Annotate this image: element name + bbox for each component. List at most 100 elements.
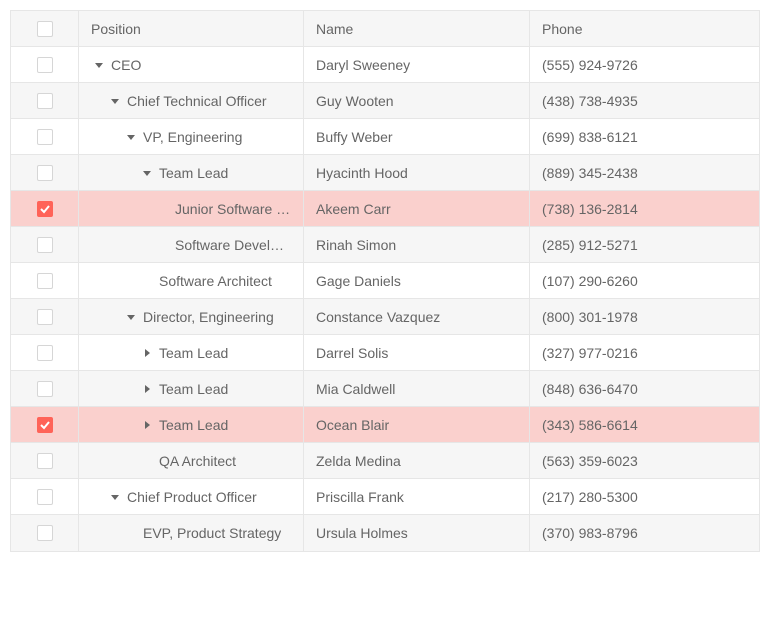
checkbox-cell	[11, 227, 79, 262]
phone-cell: (555) 924-9726	[530, 47, 759, 82]
phone-cell: (327) 977-0216	[530, 335, 759, 370]
position-text: Team Lead	[159, 165, 228, 181]
table-row[interactable]: Junior Software … Akeem Carr(738) 136-281…	[11, 191, 759, 227]
position-text: Chief Technical Officer	[127, 93, 267, 109]
name-cell: Daryl Sweeney	[304, 47, 530, 82]
row-checkbox[interactable]	[37, 201, 53, 217]
position-text: Software Develo…	[175, 237, 291, 253]
row-checkbox[interactable]	[37, 453, 53, 469]
phone-cell: (370) 983-8796	[530, 515, 759, 551]
position-cell: Software Develo…	[79, 227, 304, 262]
row-checkbox[interactable]	[37, 417, 53, 433]
table-row[interactable]: Director, Engineering Constance Vazquez(8…	[11, 299, 759, 335]
row-checkbox[interactable]	[37, 93, 53, 109]
name-cell: Rinah Simon	[304, 227, 530, 262]
row-checkbox[interactable]	[37, 165, 53, 181]
phone-cell: (699) 838-6121	[530, 119, 759, 154]
collapse-icon[interactable]	[107, 97, 123, 105]
select-all-checkbox[interactable]	[37, 21, 53, 37]
table-row[interactable]: Team Lead Ocean Blair(343) 586-6614	[11, 407, 759, 443]
table-row[interactable]: EVP, Product StrategyUrsula Holmes(370) …	[11, 515, 759, 551]
checkbox-cell	[11, 155, 79, 190]
table-row[interactable]: Chief Product Officer Priscilla Frank(217…	[11, 479, 759, 515]
table-row[interactable]: Team LeadHyacinth Hood(889) 345-2438	[11, 155, 759, 191]
position-cell: Team Lead	[79, 335, 304, 370]
row-checkbox[interactable]	[37, 345, 53, 361]
phone-cell: (563) 359-6023	[530, 443, 759, 478]
checkbox-cell	[11, 407, 79, 442]
collapse-icon[interactable]	[123, 313, 139, 321]
phone-cell: (285) 912-5271	[530, 227, 759, 262]
table-row[interactable]: Software Develo… Rinah Simon(285) 912-527…	[11, 227, 759, 263]
position-text: Team Lead	[159, 381, 228, 397]
checkbox-cell	[11, 299, 79, 334]
name-cell: Constance Vazquez	[304, 299, 530, 334]
position-cell: Team Lead	[79, 371, 304, 406]
row-checkbox[interactable]	[37, 525, 53, 541]
position-text: Team Lead	[159, 345, 228, 361]
position-cell: Chief Product Officer	[79, 479, 304, 514]
row-checkbox[interactable]	[37, 381, 53, 397]
position-cell: QA Architect	[79, 443, 304, 478]
table-row[interactable]: CEO Daryl Sweeney(555) 924-9726	[11, 47, 759, 83]
row-checkbox[interactable]	[37, 237, 53, 253]
row-checkbox[interactable]	[37, 273, 53, 289]
row-checkbox[interactable]	[37, 57, 53, 73]
position-text: CEO	[111, 57, 141, 73]
position-cell: Software Architect	[79, 263, 304, 298]
collapse-icon[interactable]	[91, 61, 107, 69]
header-checkbox-cell	[11, 11, 79, 46]
table-row[interactable]: Team LeadMia Caldwell(848) 636-6470	[11, 371, 759, 407]
header-phone[interactable]: Phone	[530, 11, 759, 46]
name-cell: Hyacinth Hood	[304, 155, 530, 190]
row-checkbox[interactable]	[37, 489, 53, 505]
checkbox-cell	[11, 335, 79, 370]
name-cell: Ursula Holmes	[304, 515, 530, 551]
expand-icon[interactable]	[139, 349, 155, 357]
collapse-icon[interactable]	[139, 169, 155, 177]
phone-cell: (217) 280-5300	[530, 479, 759, 514]
row-checkbox[interactable]	[37, 309, 53, 325]
expand-icon[interactable]	[139, 385, 155, 393]
position-text: QA Architect	[159, 453, 236, 469]
name-cell: Ocean Blair	[304, 407, 530, 442]
position-cell: Team Lead	[79, 155, 304, 190]
expand-icon[interactable]	[139, 421, 155, 429]
position-text: VP, Engineering	[143, 129, 242, 145]
checkbox-cell	[11, 83, 79, 118]
phone-cell: (800) 301-1978	[530, 299, 759, 334]
position-text: Chief Product Officer	[127, 489, 257, 505]
table-row[interactable]: VP, Engineering Buffy Weber(699) 838-6121	[11, 119, 759, 155]
header-name[interactable]: Name	[304, 11, 530, 46]
position-cell: Junior Software …	[79, 191, 304, 226]
table-row[interactable]: Chief Technical Officer Guy Wooten(438) 7…	[11, 83, 759, 119]
checkbox-cell	[11, 191, 79, 226]
table-row[interactable]: Software ArchitectGage Daniels(107) 290-…	[11, 263, 759, 299]
collapse-icon[interactable]	[107, 493, 123, 501]
position-text: Team Lead	[159, 417, 228, 433]
table-row[interactable]: Team LeadDarrel Solis(327) 977-0216	[11, 335, 759, 371]
phone-cell: (343) 586-6614	[530, 407, 759, 442]
checkbox-cell	[11, 371, 79, 406]
checkbox-cell	[11, 47, 79, 82]
position-text: Junior Software …	[175, 201, 290, 217]
position-cell: CEO	[79, 47, 304, 82]
name-cell: Akeem Carr	[304, 191, 530, 226]
phone-cell: (848) 636-6470	[530, 371, 759, 406]
phone-cell: (738) 136-2814	[530, 191, 759, 226]
checkbox-cell	[11, 479, 79, 514]
header-position[interactable]: Position	[79, 11, 304, 46]
name-cell: Guy Wooten	[304, 83, 530, 118]
collapse-icon[interactable]	[123, 133, 139, 141]
checkbox-cell	[11, 515, 79, 551]
phone-cell: (438) 738-4935	[530, 83, 759, 118]
position-cell: Chief Technical Officer	[79, 83, 304, 118]
position-text: Director, Engineering	[143, 309, 274, 325]
name-cell: Buffy Weber	[304, 119, 530, 154]
tree-list: Position Name Phone CEO Daryl Sweeney(555…	[10, 10, 760, 552]
checkbox-cell	[11, 263, 79, 298]
table-row[interactable]: QA ArchitectZelda Medina(563) 359-6023	[11, 443, 759, 479]
header-row: Position Name Phone	[11, 11, 759, 47]
name-cell: Priscilla Frank	[304, 479, 530, 514]
row-checkbox[interactable]	[37, 129, 53, 145]
